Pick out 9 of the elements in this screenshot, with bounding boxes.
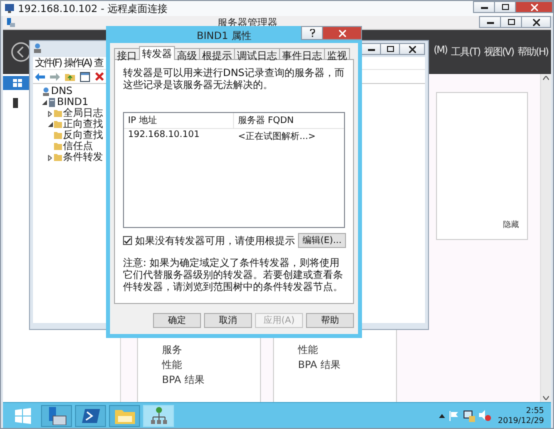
date-text: 2019/12/29 xyxy=(498,416,544,426)
dialog-title: BIND1 属性 xyxy=(196,30,252,43)
table-cell-text: <正在试图解析...> xyxy=(237,130,317,144)
time-text: 2:55 xyxy=(526,406,544,416)
table-cell-text: 192.168.10.101 xyxy=(127,129,201,142)
description-text: 转发器是可以用来进行DNS记录查询的服务器，而这些记录是该服务器无法解决的。 xyxy=(123,68,345,92)
note-text: 注意: 如果为确定域定义了条件转发器，则将使用它们代替服务器级别的转发器。若要创建或查看条件转发器，请浏览到范围树中的条件转发器节点。 xyxy=(123,258,344,294)
checkbox-label: 如果没有转发器可用，请使用根提示 xyxy=(135,234,295,248)
window-title: 192.168.10.102 - 远程桌面连接 xyxy=(18,2,168,16)
